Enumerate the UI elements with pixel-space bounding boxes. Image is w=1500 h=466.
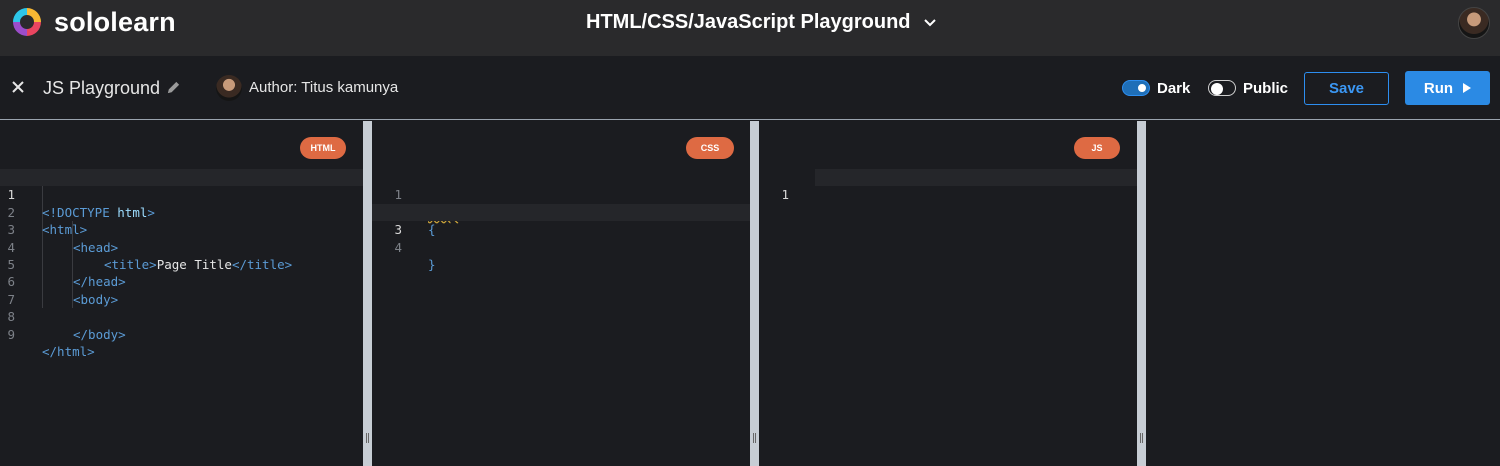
- js-tab-badge[interactable]: JS: [1074, 137, 1120, 159]
- code-line[interactable]: 4 }: [372, 221, 750, 272]
- css-editor[interactable]: CSS 1 body 2 { 3 4 }: [372, 121, 750, 466]
- code-line[interactable]: 2 {: [372, 186, 750, 237]
- html-editor[interactable]: HTML 1 <!DOCTYPE html> 2 <html> 3 <head>…: [0, 121, 363, 466]
- code-line[interactable]: 6 <body>: [0, 256, 363, 306]
- play-icon: [1463, 83, 1472, 93]
- public-toggle[interactable]: [1208, 80, 1236, 96]
- code-line[interactable]: 3 <head>: [0, 204, 363, 254]
- chevron-down-icon: [923, 18, 936, 26]
- code-line[interactable]: 1 body: [372, 169, 750, 219]
- pane-resize-handle[interactable]: [363, 121, 372, 466]
- author-avatar[interactable]: [216, 75, 242, 101]
- run-button-label: Run: [1423, 79, 1454, 97]
- top-navigation-bar: sololearn HTML/CSS/JavaScript Playground: [0, 0, 1500, 56]
- page-title: HTML/CSS/JavaScript Playground: [586, 11, 911, 33]
- js-editor[interactable]: JS 1: [759, 121, 1137, 466]
- playground-title-dropdown[interactable]: HTML/CSS/JavaScript Playground: [586, 11, 937, 34]
- run-button[interactable]: Run: [1405, 71, 1490, 105]
- code-name: JS Playground: [43, 78, 161, 98]
- pane-resize-handle[interactable]: [1137, 121, 1146, 466]
- sololearn-logo[interactable]: sololearn: [10, 5, 176, 39]
- code-line[interactable]: 3: [372, 203, 750, 237]
- pane-resize-handle[interactable]: [750, 121, 759, 466]
- css-tab-badge[interactable]: CSS: [686, 137, 734, 159]
- output-preview[interactable]: [1146, 121, 1500, 466]
- author-name[interactable]: Author: Titus kamunya: [249, 79, 398, 96]
- close-icon[interactable]: [10, 79, 26, 95]
- playground-toolbar: JS Playground Author: Titus kamunya Dark…: [0, 56, 1500, 120]
- save-button[interactable]: Save: [1304, 72, 1389, 105]
- code-line[interactable]: 2 <html>: [0, 186, 363, 237]
- code-editors: HTML 1 <!DOCTYPE html> 2 <html> 3 <head>…: [0, 121, 1500, 466]
- edit-pencil-icon[interactable]: [166, 80, 181, 95]
- sololearn-logo-icon: [13, 8, 41, 36]
- public-toggle-label: Public: [1243, 80, 1289, 97]
- user-avatar[interactable]: [1458, 7, 1490, 39]
- html-tab-badge[interactable]: HTML: [300, 137, 346, 159]
- code-line[interactable]: 4 <title>Page Title</title>: [0, 221, 363, 272]
- code-line[interactable]: 8 </body>: [0, 291, 363, 341]
- code-line[interactable]: 1: [759, 169, 1137, 202]
- code-line[interactable]: 7: [0, 273, 363, 307]
- dark-toggle-label: Dark: [1157, 80, 1191, 97]
- code-line[interactable]: 5 </head>: [0, 239, 363, 289]
- code-line[interactable]: 1 <!DOCTYPE html>: [0, 169, 363, 220]
- dark-mode-toggle[interactable]: [1122, 80, 1150, 96]
- code-line[interactable]: 9 </html>: [0, 308, 363, 359]
- brand-name: sololearn: [54, 6, 176, 37]
